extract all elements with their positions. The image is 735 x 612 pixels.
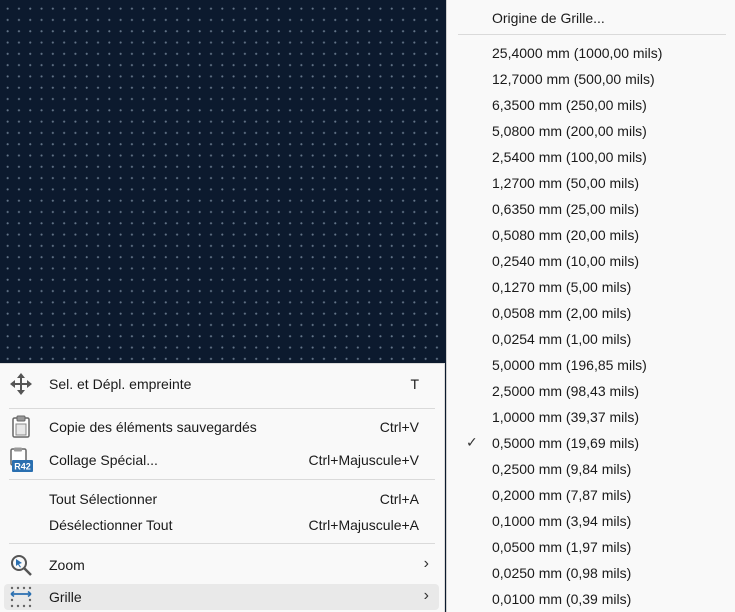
- grid-size-item[interactable]: 0,0508 mm (2,00 mils): [453, 300, 729, 326]
- grid-size-label: 0,0100 mm (0,39 mils): [492, 591, 632, 607]
- grid-size-label: 5,0000 mm (196,85 mils): [492, 357, 647, 373]
- grid-size-label: 0,2000 mm (7,87 mils): [492, 487, 632, 503]
- grid-size-label: 12,7000 mm (500,00 mils): [492, 71, 655, 87]
- menu-item-shortcut: Ctrl+A: [379, 491, 419, 507]
- paste-special-icon-text: R42: [14, 462, 31, 472]
- grid-size-label: 0,0508 mm (2,00 mils): [492, 305, 632, 321]
- grid-size-item[interactable]: 2,5400 mm (100,00 mils): [453, 144, 729, 170]
- grid-size-item[interactable]: 0,2540 mm (10,00 mils): [453, 248, 729, 274]
- menu-item-shortcut: Ctrl+Majuscule+V: [308, 452, 420, 468]
- menu-item-label: Copie des éléments sauvegardés: [49, 419, 257, 435]
- menu-item-label: Tout Sélectionner: [49, 491, 158, 507]
- grid-size-label: 2,5400 mm (100,00 mils): [492, 149, 647, 165]
- menu-item-label: Collage Spécial...: [49, 452, 158, 468]
- menu-separator: [9, 479, 435, 480]
- grid-size-item[interactable]: 2,5000 mm (98,43 mils): [453, 378, 729, 404]
- grid-size-label: 1,0000 mm (39,37 mils): [492, 409, 640, 425]
- chevron-right-icon: ›: [423, 587, 429, 604]
- checkmark-icon: ✓: [466, 434, 478, 450]
- menu-item-paste[interactable]: Copie des éléments sauvegardés Ctrl+V: [4, 414, 439, 440]
- grid-size-label: 1,2700 mm (50,00 mils): [492, 175, 640, 191]
- grid-size-item[interactable]: 0,0254 mm (1,00 mils): [453, 326, 729, 352]
- grid-size-label: 0,0500 mm (1,97 mils): [492, 539, 632, 555]
- menu-item-shortcut: T: [410, 376, 419, 392]
- grid-size-item[interactable]: 0,2000 mm (7,87 mils): [453, 482, 729, 508]
- grid-size-label: 0,0250 mm (0,98 mils): [492, 565, 632, 581]
- menu-item-grid[interactable]: Grille ›: [4, 584, 439, 610]
- grid-icon: [8, 585, 34, 609]
- grid-origin-item[interactable]: Origine de Grille...: [492, 10, 605, 26]
- grid-size-label: 2,5000 mm (98,43 mils): [492, 383, 640, 399]
- grid-size-item[interactable]: 5,0800 mm (200,00 mils): [453, 118, 729, 144]
- grid-size-label: 0,2500 mm (9,84 mils): [492, 461, 632, 477]
- grid-size-label: 0,1000 mm (3,94 mils): [492, 513, 632, 529]
- grid-size-item[interactable]: 1,0000 mm (39,37 mils): [453, 404, 729, 430]
- grid-size-item[interactable]: 6,3500 mm (250,00 mils): [453, 92, 729, 118]
- grid-size-label: 0,6350 mm (25,00 mils): [492, 201, 640, 217]
- grid-size-label: 5,0800 mm (200,00 mils): [492, 123, 647, 139]
- menu-item-deselect-all[interactable]: Désélectionner Tout Ctrl+Majuscule+A: [4, 512, 439, 538]
- context-menu: Sel. et Dépl. empreinte T Copie des élém…: [0, 363, 445, 612]
- menu-item-select-move-footprint[interactable]: Sel. et Dépl. empreinte T: [4, 371, 439, 397]
- menu-item-select-all[interactable]: Tout Sélectionner Ctrl+A: [4, 486, 439, 512]
- grid-size-item[interactable]: 0,0250 mm (0,98 mils): [453, 560, 729, 586]
- menu-separator: [9, 543, 435, 544]
- grid-submenu: Origine de Grille... 25,4000 mm (1000,00…: [446, 0, 735, 612]
- menu-item-shortcut: Ctrl+Majuscule+A: [308, 517, 420, 533]
- grid-size-item[interactable]: 5,0000 mm (196,85 mils): [453, 352, 729, 378]
- grid-size-item[interactable]: 0,1000 mm (3,94 mils): [453, 508, 729, 534]
- grid-size-item[interactable]: 0,1270 mm (5,00 mils): [453, 274, 729, 300]
- grid-size-label: 25,4000 mm (1000,00 mils): [492, 45, 663, 61]
- chevron-right-icon: ›: [423, 555, 429, 572]
- move-icon: [8, 372, 34, 396]
- grid-size-label: 0,0254 mm (1,00 mils): [492, 331, 632, 347]
- grid-size-label: 0,1270 mm (5,00 mils): [492, 279, 632, 295]
- menu-item-shortcut: Ctrl+V: [379, 419, 419, 435]
- paste-special-icon: R42: [8, 447, 34, 472]
- grid-size-label: 0,5000 mm (19,69 mils): [492, 435, 640, 451]
- grid-size-label: 6,3500 mm (250,00 mils): [492, 97, 647, 113]
- menu-item-label: Sel. et Dépl. empreinte: [49, 376, 192, 392]
- grid-size-item[interactable]: 0,6350 mm (25,00 mils): [453, 196, 729, 222]
- paste-icon: [8, 415, 34, 439]
- grid-size-item[interactable]: 25,4000 mm (1000,00 mils): [453, 40, 729, 66]
- menu-separator: [9, 408, 435, 409]
- menu-item-label: Désélectionner Tout: [49, 517, 173, 533]
- grid-size-item[interactable]: 1,2700 mm (50,00 mils): [453, 170, 729, 196]
- grid-size-item[interactable]: 0,2500 mm (9,84 mils): [453, 456, 729, 482]
- grid-size-item[interactable]: 0,0500 mm (1,97 mils): [453, 534, 729, 560]
- menu-item-label: Grille: [49, 589, 82, 605]
- grid-size-label: 0,5080 mm (20,00 mils): [492, 227, 640, 243]
- grid-size-label: 0,2540 mm (10,00 mils): [492, 253, 640, 269]
- grid-size-item[interactable]: 0,5080 mm (20,00 mils): [453, 222, 729, 248]
- grid-size-item[interactable]: 0,0100 mm (0,39 mils): [453, 586, 729, 612]
- grid-size-item[interactable]: ✓ 0,5000 mm (19,69 mils): [453, 430, 729, 456]
- zoom-icon: [8, 553, 34, 577]
- menu-separator: [458, 34, 726, 35]
- menu-item-label: Zoom: [49, 557, 85, 573]
- menu-item-zoom[interactable]: Zoom ›: [4, 552, 439, 578]
- menu-item-paste-special[interactable]: R42 Collage Spécial... Ctrl+Majuscule+V: [4, 447, 439, 473]
- grid-size-item[interactable]: 12,7000 mm (500,00 mils): [453, 66, 729, 92]
